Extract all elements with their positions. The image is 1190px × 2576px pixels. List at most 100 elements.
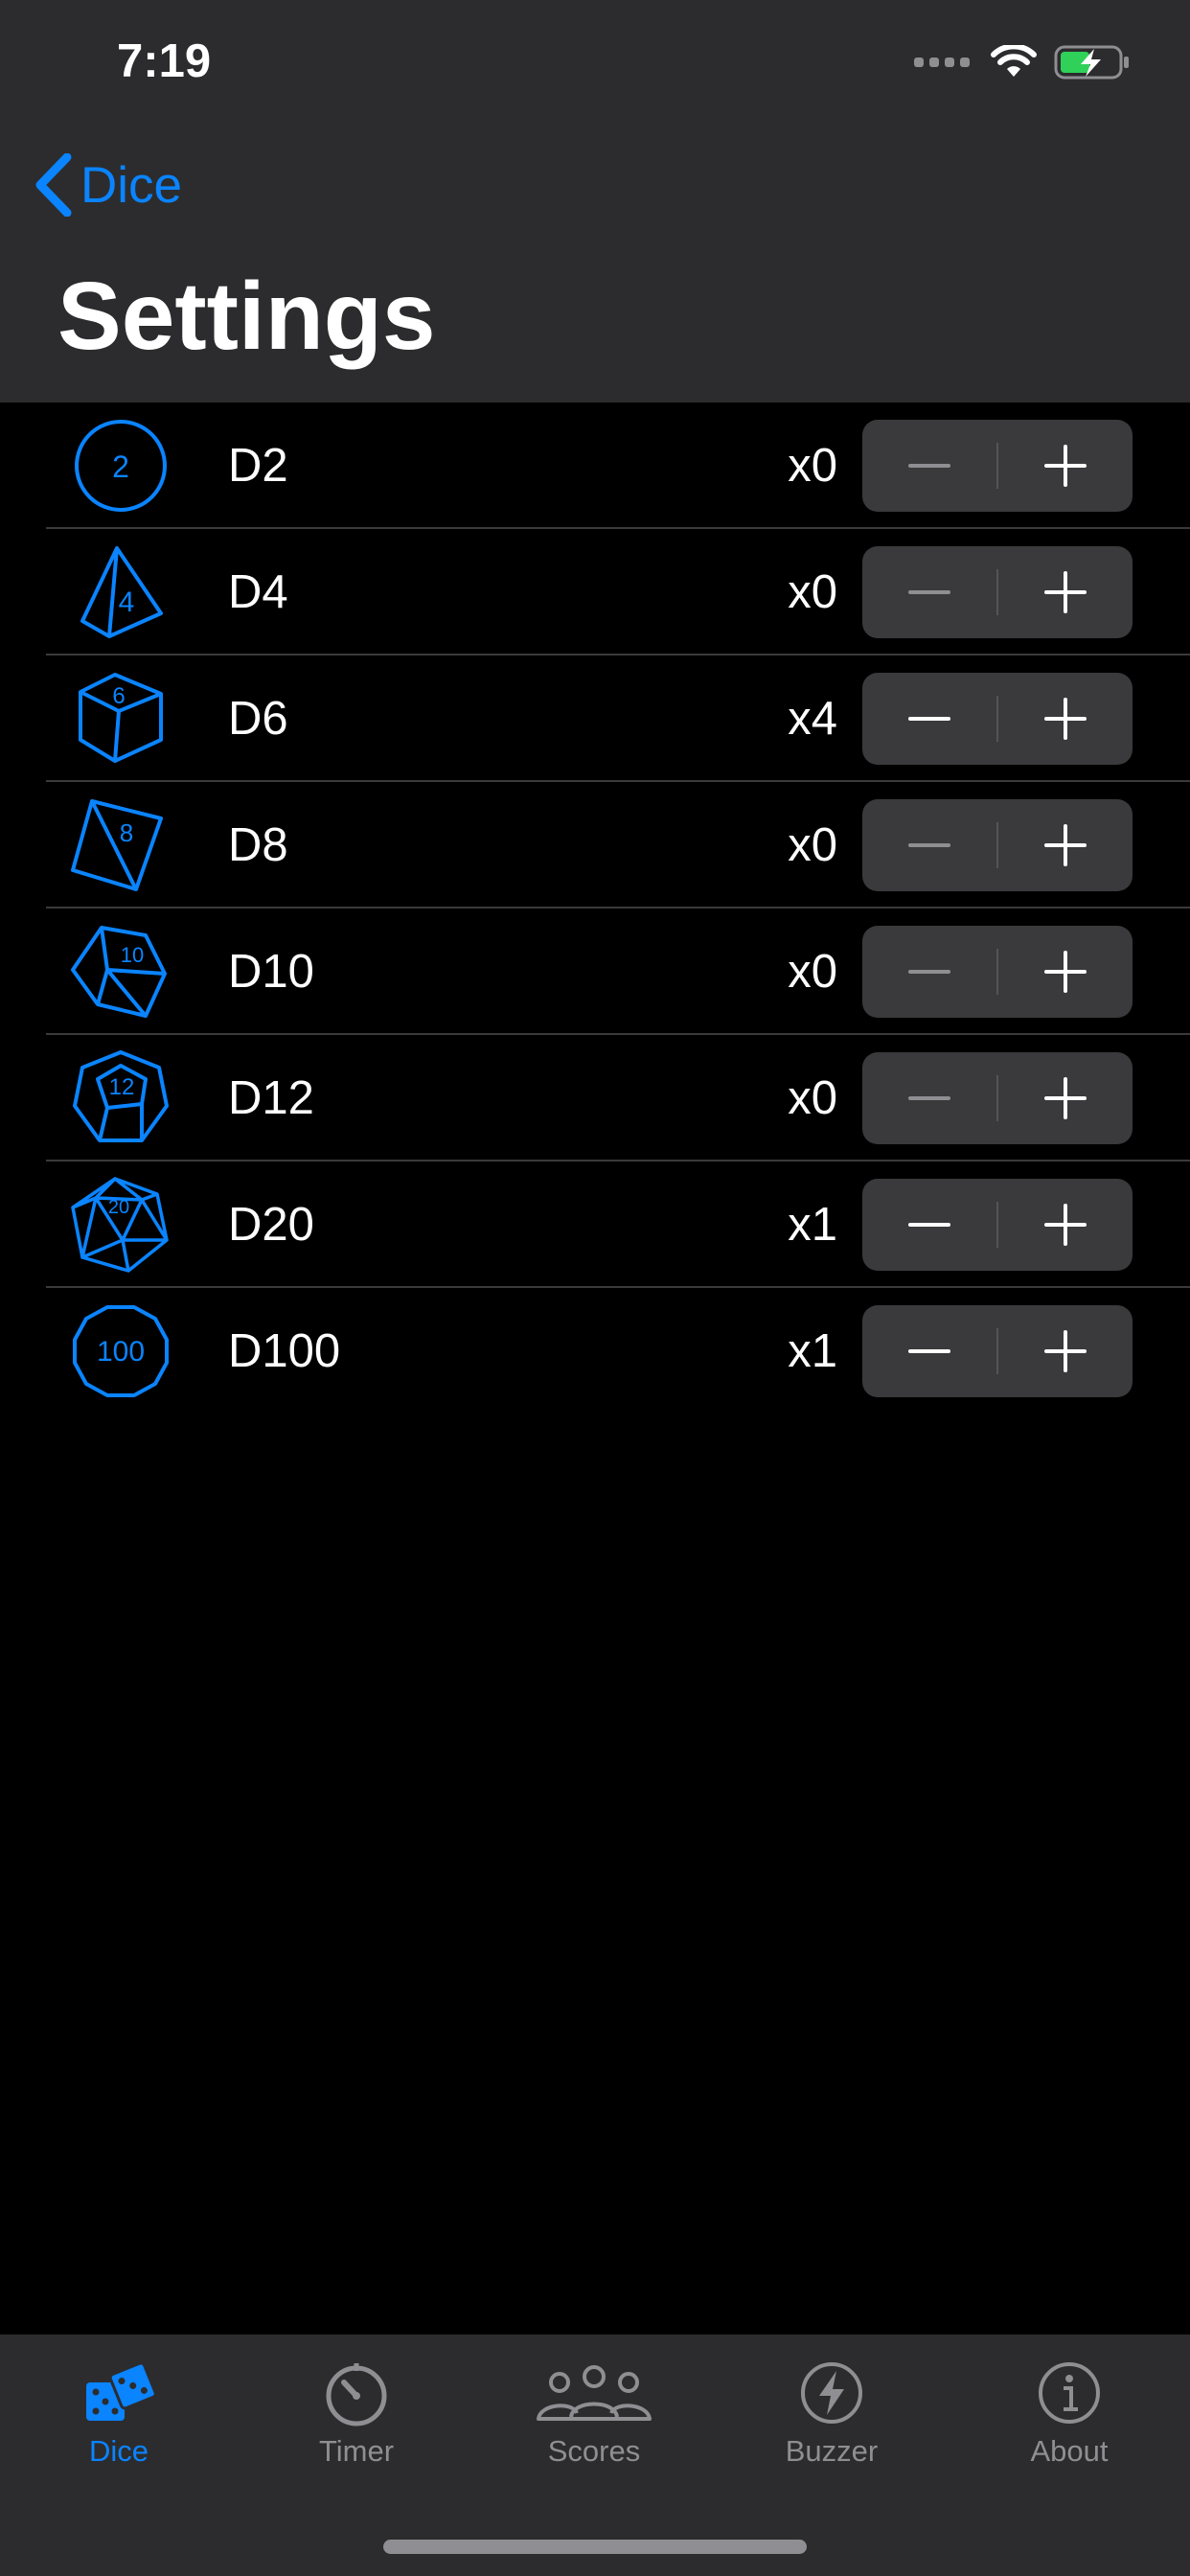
plus-icon bbox=[1044, 571, 1087, 613]
dice-row-d8: 8 D8 x0 bbox=[0, 782, 1190, 908]
dice-count-d10: x0 bbox=[788, 946, 837, 998]
d4-stepper bbox=[862, 546, 1133, 638]
dice-row-d6: 6 D6 x4 bbox=[0, 656, 1190, 782]
d12-decrement-button[interactable] bbox=[862, 1052, 996, 1144]
d4-face-number: 4 bbox=[119, 586, 135, 618]
minus-icon bbox=[908, 1349, 950, 1353]
d100-decrement-button[interactable] bbox=[862, 1305, 996, 1397]
d100-icon: 100 bbox=[73, 1305, 169, 1397]
d20-decrement-button[interactable] bbox=[862, 1179, 996, 1271]
plus-icon bbox=[1044, 951, 1087, 993]
d6-decrement-button[interactable] bbox=[862, 673, 996, 765]
tab-dice-label: Dice bbox=[88, 2434, 149, 2468]
wifi-icon bbox=[991, 45, 1037, 77]
d6-cube-icon: 6 bbox=[79, 673, 163, 763]
dice-label-d12: D12 bbox=[228, 1072, 314, 1124]
d100-increment-button[interactable] bbox=[998, 1305, 1133, 1397]
info-icon bbox=[1039, 2362, 1100, 2424]
d8-increment-button[interactable] bbox=[998, 799, 1133, 891]
minus-icon bbox=[908, 1096, 950, 1100]
d20-face-number: 20 bbox=[108, 1197, 129, 1218]
dice-label-d4: D4 bbox=[228, 566, 288, 618]
minus-icon bbox=[908, 970, 950, 974]
tab-timer[interactable]: Timer bbox=[238, 2359, 475, 2469]
d8-face-number: 8 bbox=[120, 818, 133, 847]
tab-buzzer-label: Buzzer bbox=[785, 2434, 879, 2468]
d10-icon: 10 bbox=[71, 926, 167, 1018]
dice-label-d20: D20 bbox=[228, 1199, 314, 1251]
tab-about[interactable]: About bbox=[950, 2359, 1188, 2469]
tab-buzzer[interactable]: Buzzer bbox=[713, 2359, 950, 2469]
dice-row-d20: 20 D20 x1 bbox=[0, 1162, 1190, 1288]
d10-increment-button[interactable] bbox=[998, 926, 1133, 1018]
d2-stepper bbox=[862, 420, 1133, 512]
d100-face-number: 100 bbox=[97, 1336, 145, 1368]
d10-decrement-button[interactable] bbox=[862, 926, 996, 1018]
back-button-label: Dice bbox=[80, 156, 183, 214]
d2-circle-icon: 2 bbox=[75, 420, 167, 512]
dice-count-d100: x1 bbox=[788, 1325, 837, 1377]
dice-row-d4: 4 D4 x0 bbox=[0, 529, 1190, 656]
timer-icon bbox=[326, 2363, 387, 2426]
d8-stepper bbox=[862, 799, 1133, 891]
dice-count-d20: x1 bbox=[788, 1199, 837, 1251]
d10-face-number: 10 bbox=[121, 943, 144, 967]
dice-count-d2: x0 bbox=[788, 440, 837, 492]
dice-count-d12: x0 bbox=[788, 1072, 837, 1124]
dice-list: 2 D2 x0 4 D4 x0 6 D6 x4 8 D8 x0 10 D10 x… bbox=[0, 402, 1190, 1414]
dice-count-d4: x0 bbox=[788, 566, 837, 618]
minus-icon bbox=[908, 1223, 950, 1227]
status-time: 7:19 bbox=[117, 35, 212, 87]
tab-about-label: About bbox=[1030, 2434, 1109, 2468]
tab-dice[interactable]: Dice bbox=[0, 2359, 238, 2469]
d4-increment-button[interactable] bbox=[998, 546, 1133, 638]
d20-icosahedron-icon: 20 bbox=[71, 1177, 169, 1273]
dice-count-d6: x4 bbox=[788, 693, 837, 745]
minus-icon bbox=[908, 843, 950, 847]
d4-tetrahedron-icon: 4 bbox=[80, 546, 163, 638]
d12-increment-button[interactable] bbox=[998, 1052, 1133, 1144]
dice-label-d8: D8 bbox=[228, 819, 288, 871]
d4-decrement-button[interactable] bbox=[862, 546, 996, 638]
plus-icon bbox=[1044, 1204, 1087, 1246]
d6-increment-button[interactable] bbox=[998, 673, 1133, 765]
page-title: Settings bbox=[57, 263, 436, 370]
dice-label-d10: D10 bbox=[228, 946, 314, 998]
plus-icon bbox=[1044, 824, 1087, 866]
d10-stepper bbox=[862, 926, 1133, 1018]
plus-icon bbox=[1044, 698, 1087, 740]
home-indicator bbox=[383, 2540, 807, 2554]
d8-decrement-button[interactable] bbox=[862, 799, 996, 891]
d12-face-number: 12 bbox=[109, 1074, 135, 1100]
minus-icon bbox=[908, 464, 950, 468]
dice-row-d100: 100 D100 x1 bbox=[0, 1288, 1190, 1414]
minus-icon bbox=[908, 590, 950, 594]
d20-increment-button[interactable] bbox=[998, 1179, 1133, 1271]
plus-icon bbox=[1044, 445, 1087, 487]
people-icon bbox=[537, 2365, 652, 2421]
d6-face-number: 6 bbox=[112, 683, 125, 709]
dice-label-d6: D6 bbox=[228, 693, 288, 745]
d2-increment-button[interactable] bbox=[998, 420, 1133, 512]
minus-icon bbox=[908, 717, 950, 721]
dice-label-d2: D2 bbox=[228, 440, 288, 492]
plus-icon bbox=[1044, 1077, 1087, 1119]
d12-stepper bbox=[862, 1052, 1133, 1144]
cellular-signal-icon bbox=[914, 58, 970, 67]
d2-decrement-button[interactable] bbox=[862, 420, 996, 512]
d2-face-number: 2 bbox=[112, 449, 129, 484]
tab-scores[interactable]: Scores bbox=[475, 2359, 713, 2469]
status-icons bbox=[914, 44, 1131, 80]
d6-stepper bbox=[862, 673, 1133, 765]
dice-count-d8: x0 bbox=[788, 819, 837, 871]
plus-icon bbox=[1044, 1330, 1087, 1372]
d100-stepper bbox=[862, 1305, 1133, 1397]
bolt-icon bbox=[801, 2362, 862, 2424]
battery-charging-icon bbox=[1054, 45, 1129, 80]
dice-row-d10: 10 D10 x0 bbox=[0, 908, 1190, 1035]
tab-timer-label: Timer bbox=[318, 2434, 395, 2468]
dice-icon bbox=[86, 2361, 157, 2421]
d8-octahedron-icon: 8 bbox=[71, 799, 163, 891]
dice-row-d12: 12 D12 x0 bbox=[0, 1035, 1190, 1162]
back-button[interactable]: Dice bbox=[33, 153, 182, 217]
